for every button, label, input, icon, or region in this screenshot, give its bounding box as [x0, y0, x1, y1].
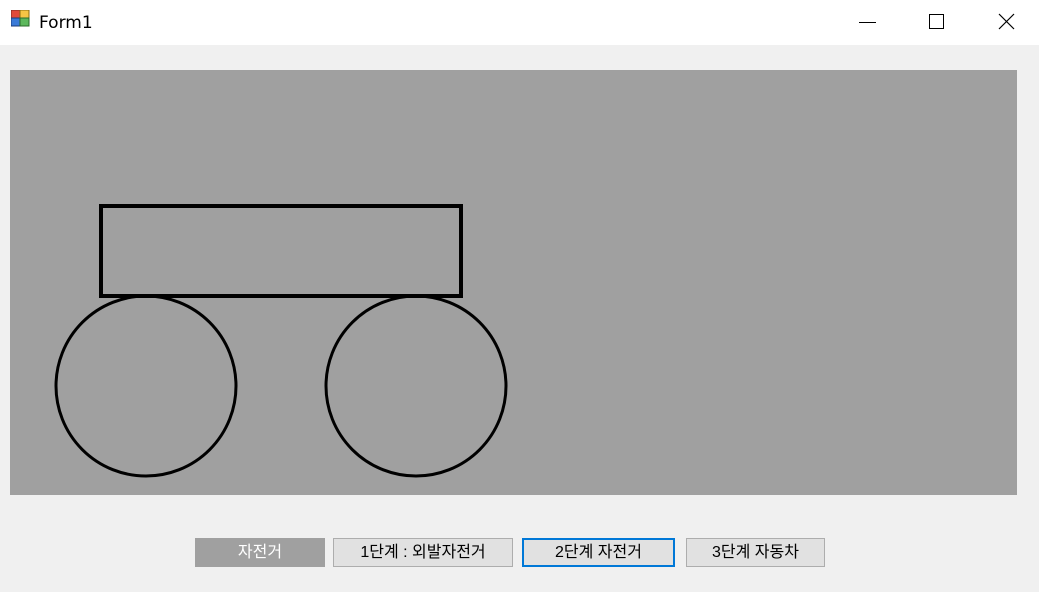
right-wheel-circle — [324, 294, 508, 478]
bicycle-button[interactable]: 자전거 — [195, 538, 325, 567]
stage1-unicycle-button[interactable]: 1단계 : 외발자전거 — [333, 538, 513, 567]
close-button[interactable] — [969, 0, 1039, 45]
vehicle-drawing — [54, 204, 508, 478]
stage2-bicycle-button[interactable]: 2단계 자전거 — [522, 538, 675, 567]
maximize-icon — [929, 14, 944, 29]
title-bar[interactable]: Form1 — [0, 0, 1039, 45]
close-icon — [998, 13, 1015, 30]
maximize-button[interactable] — [901, 0, 971, 45]
vehicle-body-rect — [99, 204, 463, 298]
stage3-car-button[interactable]: 3단계 자동차 — [686, 538, 825, 567]
window-title: Form1 — [39, 13, 93, 33]
drawing-panel — [10, 70, 1017, 495]
winforms-app-icon — [11, 10, 30, 27]
minimize-icon — [859, 22, 876, 23]
left-wheel-circle — [54, 294, 238, 478]
minimize-button[interactable] — [831, 0, 901, 45]
form-window: Form1 자전거 1단계 : 외발자전거 2단계 자전거 3단계 자동차 — [0, 0, 1039, 592]
